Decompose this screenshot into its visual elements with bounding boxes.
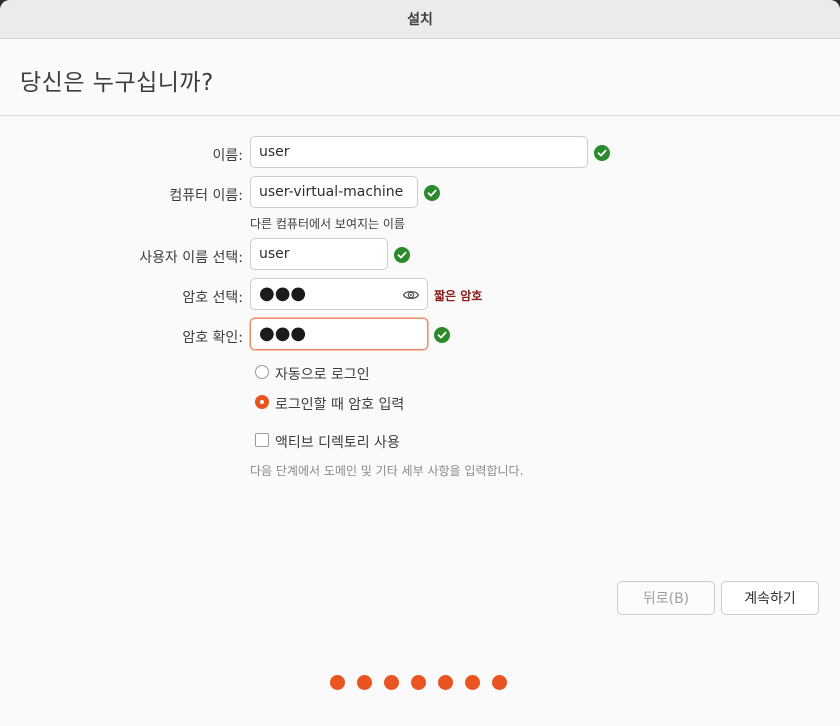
progress-dot (330, 675, 345, 690)
confirm-valid-check-icon (434, 327, 450, 343)
password-value: ●●● (259, 283, 307, 304)
password-label: 암호 선택: (182, 290, 243, 306)
computer-name-hint: 다른 컴퓨터에서 보여지는 이름 (250, 217, 405, 231)
confirm-password-label: 암호 확인: (182, 330, 243, 346)
computer-name-valid-check-icon (424, 185, 440, 201)
installer-window: 설치 당신은 누구십니까? 이름: user 컴퓨터 이름: user-virt… (0, 0, 840, 726)
auto-login-radio[interactable] (255, 365, 269, 379)
progress-dot (411, 675, 426, 690)
username-valid-check-icon (394, 247, 410, 263)
page-header: 당신은 누구십니까? (0, 39, 840, 116)
require-password-radio[interactable] (255, 395, 269, 409)
confirm-password-input[interactable]: ●●● (250, 318, 428, 350)
progress-dot (384, 675, 399, 690)
page-title: 당신은 누구십니까? (20, 70, 214, 96)
username-input[interactable]: user (250, 238, 388, 270)
password-strength-warning: 짧은 암호 (434, 289, 483, 303)
active-directory-checkbox[interactable] (255, 433, 269, 447)
computer-name-input[interactable]: user-virtual-machine (250, 176, 418, 208)
computer-name-label: 컴퓨터 이름: (169, 188, 243, 204)
name-label: 이름: (212, 148, 243, 164)
active-directory-label[interactable]: 액티브 디렉토리 사용 (275, 432, 400, 452)
progress-dot (492, 675, 507, 690)
active-directory-hint: 다음 단계에서 도메인 및 기타 세부 사항을 입력합니다. (250, 464, 524, 478)
progress-dot (438, 675, 453, 690)
name-input[interactable]: user (250, 136, 588, 168)
back-button[interactable]: 뒤로(B) (617, 581, 715, 615)
title-bar: 설치 (0, 0, 840, 39)
continue-button[interactable]: 계속하기 (721, 581, 819, 615)
show-password-eye-icon[interactable] (402, 287, 420, 301)
progress-dot (357, 675, 372, 690)
confirm-password-value: ●●● (259, 323, 307, 344)
auto-login-label[interactable]: 자동으로 로그인 (275, 364, 370, 384)
progress-dot (465, 675, 480, 690)
window-title: 설치 (407, 12, 433, 28)
username-label: 사용자 이름 선택: (139, 250, 243, 266)
require-password-label[interactable]: 로그인할 때 암호 입력 (275, 394, 404, 414)
name-valid-check-icon (594, 145, 610, 161)
